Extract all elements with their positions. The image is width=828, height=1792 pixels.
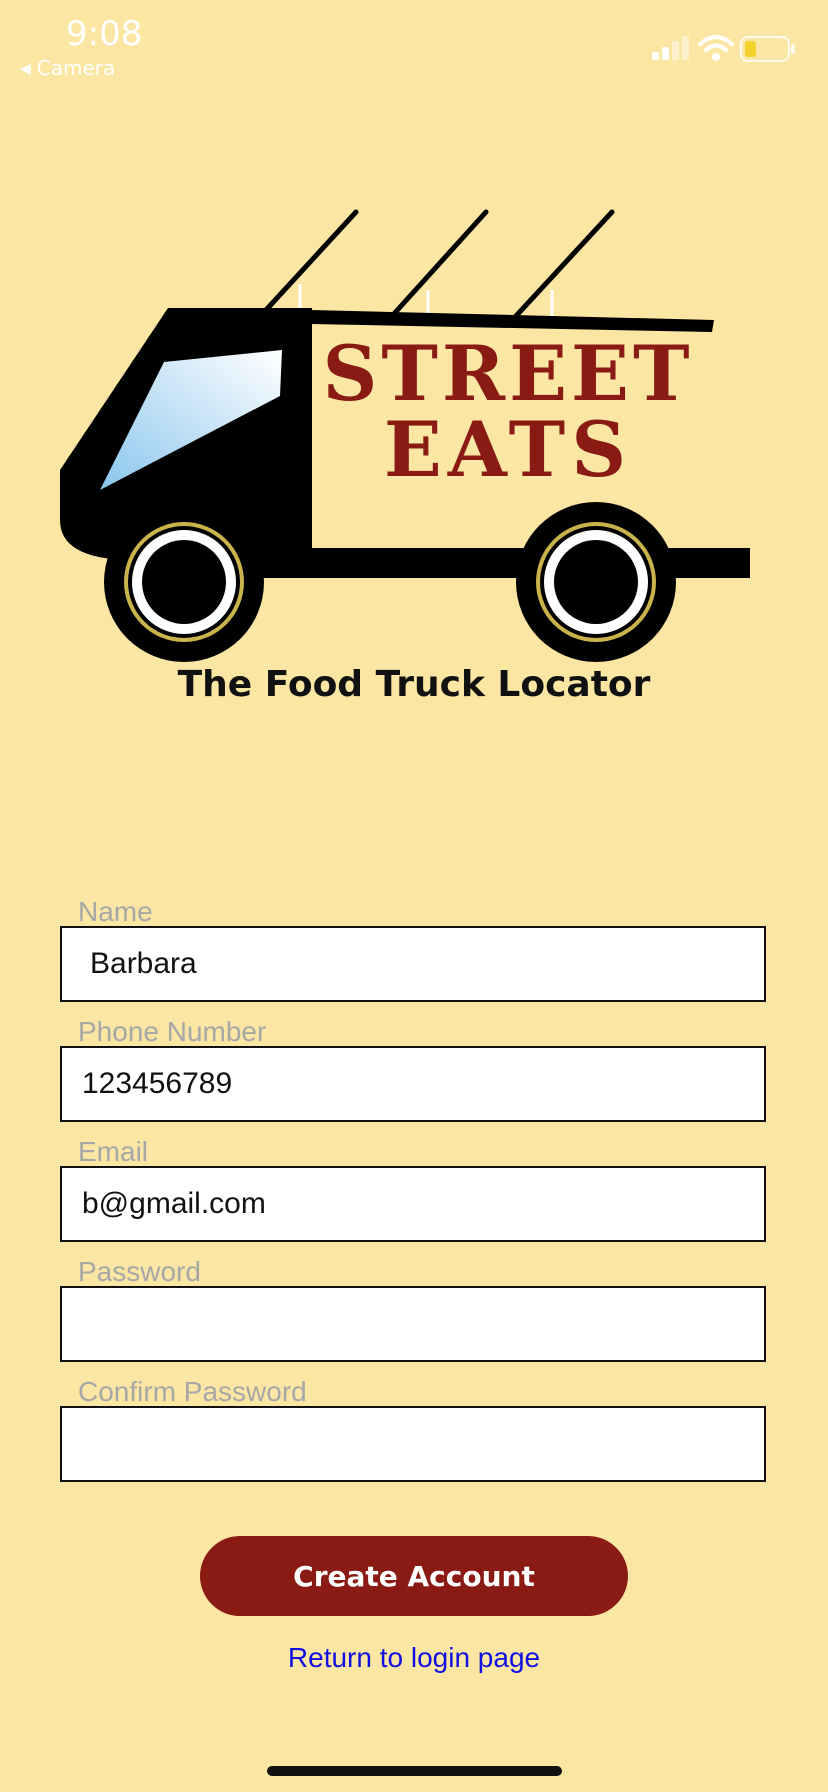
phone-label: Phone Number	[78, 1016, 267, 1047]
cellular-signal-icon	[652, 36, 689, 60]
back-app-label: Camera	[36, 56, 116, 80]
logo-line-eats: EATS	[384, 405, 632, 494]
status-time: 9:08	[66, 14, 143, 54]
street-eats-logo: STREET EATS	[60, 209, 750, 662]
name-field[interactable]	[60, 926, 766, 1002]
email-label: Email	[78, 1136, 149, 1167]
phone-input[interactable]	[62, 1048, 764, 1120]
confirm-password-label: Confirm Password	[78, 1376, 307, 1407]
return-to-login-link[interactable]: Return to login page	[0, 1642, 828, 1674]
create-account-button[interactable]: Create Account	[200, 1536, 628, 1616]
email-input[interactable]	[62, 1168, 764, 1240]
app-subtitle: The Food Truck Locator	[177, 664, 651, 705]
wifi-icon	[698, 35, 734, 61]
email-field[interactable]	[60, 1166, 766, 1242]
password-field[interactable]	[60, 1286, 766, 1362]
battery-icon	[740, 36, 795, 62]
password-label: Password	[78, 1256, 201, 1287]
name-input[interactable]	[62, 928, 764, 1000]
name-label: Name	[78, 896, 153, 927]
confirm-password-input[interactable]	[62, 1408, 764, 1480]
status-bar: 9:08 ◀ Camera	[0, 0, 828, 90]
home-indicator[interactable]	[267, 1766, 562, 1776]
password-input[interactable]	[62, 1288, 764, 1360]
rear-wheel	[516, 502, 676, 662]
back-to-camera-link[interactable]: ◀ Camera	[20, 56, 115, 80]
phone-field[interactable]	[60, 1046, 766, 1122]
front-wheel	[104, 502, 264, 662]
confirm-password-field[interactable]	[60, 1406, 766, 1482]
back-arrow-icon: ◀	[20, 61, 31, 77]
